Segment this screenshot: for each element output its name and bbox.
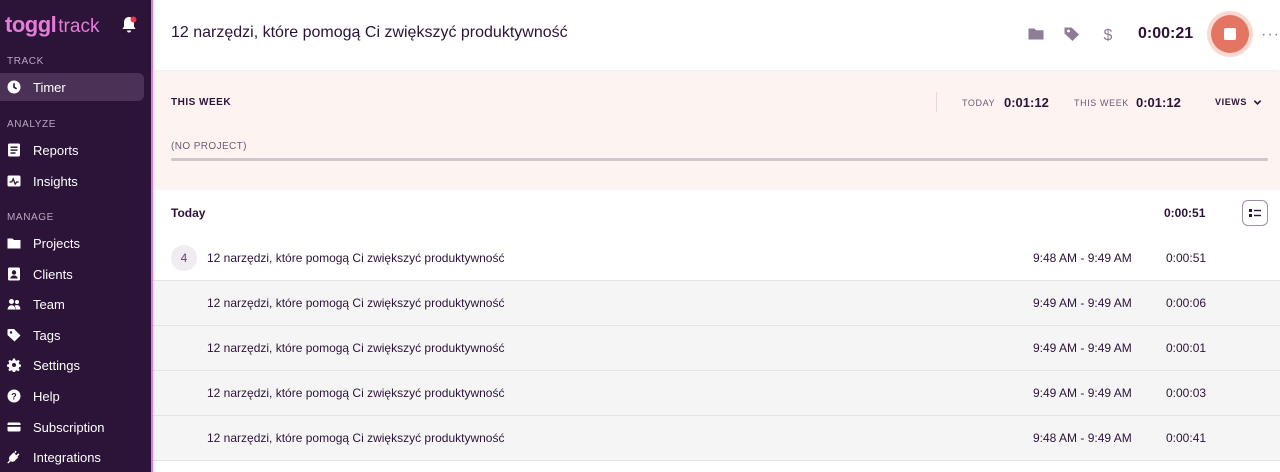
toggl-logo[interactable]: toggl track	[5, 12, 99, 38]
day-group-header: Today 0:00:51	[153, 190, 1280, 236]
entry-time-range[interactable]: 9:48 AM - 9:49 AM	[1033, 251, 1132, 265]
sidebar-item-label: Integrations	[33, 449, 101, 465]
sidebar-item-label: Help	[33, 388, 60, 404]
entry-description[interactable]: 12 narzędzi, które pomogą Ci zwiększyć p…	[207, 296, 504, 310]
sidebar-item-settings[interactable]: Settings	[0, 351, 144, 379]
billable-dollar-icon[interactable]: $	[1100, 26, 1116, 44]
card-icon	[7, 420, 21, 434]
entry-description[interactable]: 12 narzędzi, które pomogą Ci zwiększyć p…	[207, 431, 504, 445]
sidebar-item-label: Team	[33, 296, 65, 312]
time-entry-group-row[interactable]: 4 12 narzędzi, które pomogą Ci zwiększyć…	[153, 236, 1280, 281]
sidebar-item-tags[interactable]: Tags	[0, 321, 144, 349]
svg-text:$: $	[1104, 27, 1113, 42]
today-total-label: TODAY	[962, 98, 996, 108]
views-dropdown[interactable]: VIEWS	[1215, 97, 1262, 107]
entry-description[interactable]: 12 narzędzi, które pomogą Ci zwiększyć p…	[207, 341, 504, 355]
clients-icon	[7, 267, 21, 281]
more-options-icon[interactable]: ···	[1261, 26, 1280, 44]
sidebar-item-label: Tags	[33, 327, 61, 343]
logo-brand: toggl	[5, 12, 57, 37]
sidebar-item-label: Timer	[33, 79, 66, 95]
today-total-value: 0:01:12	[1004, 95, 1049, 110]
time-entry-row[interactable]: 12 narzędzi, które pomogą Ci zwiększyć p…	[153, 416, 1280, 461]
sidebar-item-integrations[interactable]: Integrations	[0, 443, 144, 471]
current-entry-description[interactable]: 12 narzędzi, które pomogą Ci zwiększyć p…	[171, 24, 568, 42]
entry-duration[interactable]: 0:00:01	[1166, 341, 1206, 355]
folder-icon	[7, 236, 21, 250]
current-entry-duration: 0:00:21	[1138, 25, 1194, 42]
sidebar-item-label: Clients	[33, 266, 73, 282]
project-progress-bar	[171, 158, 1268, 161]
entry-time-range[interactable]: 9:49 AM - 9:49 AM	[1033, 296, 1132, 310]
sidebar-item-label: Subscription	[33, 419, 105, 435]
notifications-bell-icon[interactable]	[121, 16, 137, 34]
team-icon	[7, 297, 21, 311]
sidebar-item-help[interactable]: ? Help	[0, 382, 144, 410]
week-total-label: THIS WEEK	[1074, 98, 1129, 108]
stop-icon	[1224, 28, 1236, 40]
stop-timer-button[interactable]	[1211, 15, 1249, 53]
sidebar-item-clients[interactable]: Clients	[0, 260, 144, 288]
list-view-icon	[1249, 209, 1261, 217]
entry-duration[interactable]: 0:00:03	[1166, 386, 1206, 400]
reports-icon	[7, 143, 21, 157]
tag-icon[interactable]	[1064, 26, 1080, 42]
sidebar-item-team[interactable]: Team	[0, 290, 144, 318]
timer-bar: 12 narzędzi, które pomogą Ci zwiększyć p…	[153, 0, 1280, 70]
day-total: 0:00:51	[1164, 206, 1206, 220]
sidebar-item-label: Reports	[33, 142, 79, 158]
sidebar-item-timer[interactable]: Timer	[0, 73, 144, 101]
gear-icon	[7, 358, 21, 372]
entry-time-range[interactable]: 9:49 AM - 9:49 AM	[1033, 341, 1132, 355]
time-entry-row[interactable]: 12 narzędzi, które pomogą Ci zwiększyć p…	[153, 326, 1280, 371]
clock-icon	[7, 80, 21, 94]
day-label: Today	[171, 206, 206, 220]
time-entry-row[interactable]: 12 narzędzi, które pomogą Ci zwiększyć p…	[153, 281, 1280, 326]
section-label-manage: MANAGE	[7, 212, 54, 223]
group-count-badge[interactable]: 4	[171, 245, 197, 271]
tag-icon	[7, 328, 21, 342]
week-summary: THIS WEEK TODAY 0:01:12 THIS WEEK 0:01:1…	[153, 72, 1280, 190]
svg-text:?: ?	[11, 392, 17, 402]
folder-icon[interactable]	[1028, 26, 1044, 42]
insights-icon	[7, 174, 21, 188]
sidebar-item-label: Settings	[33, 357, 80, 373]
sidebar-item-reports[interactable]: Reports	[0, 136, 144, 164]
sidebar-item-label: Insights	[33, 173, 78, 189]
chevron-down-icon	[1253, 100, 1262, 106]
section-label-analyze: ANALYZE	[7, 119, 57, 130]
time-entry-row[interactable]: 12 narzędzi, które pomogą Ci zwiększyć p…	[153, 371, 1280, 416]
entry-duration[interactable]: 0:00:41	[1166, 431, 1206, 445]
divider	[936, 92, 937, 112]
entry-description[interactable]: 12 narzędzi, które pomogą Ci zwiększyć p…	[207, 251, 504, 265]
entry-time-range[interactable]: 9:49 AM - 9:49 AM	[1033, 386, 1132, 400]
plug-icon	[7, 450, 21, 464]
sidebar-item-subscription[interactable]: Subscription	[0, 413, 144, 441]
sidebar: toggl track TRACK Timer ANALYZE Reports …	[0, 0, 151, 472]
entry-duration[interactable]: 0:00:06	[1166, 296, 1206, 310]
logo-product: track	[58, 16, 100, 37]
views-label: VIEWS	[1215, 97, 1248, 107]
entry-duration[interactable]: 0:00:51	[1166, 251, 1206, 265]
week-total-value: 0:01:12	[1136, 95, 1181, 110]
list-view-toggle-button[interactable]	[1242, 200, 1268, 226]
section-label-track: TRACK	[7, 56, 44, 67]
entry-time-range[interactable]: 9:48 AM - 9:49 AM	[1033, 431, 1132, 445]
sidebar-item-label: Projects	[33, 235, 80, 251]
sidebar-item-insights[interactable]: Insights	[0, 167, 144, 195]
week-summary-title: THIS WEEK	[171, 97, 232, 108]
project-bar-label: (NO PROJECT)	[171, 141, 247, 152]
entry-description[interactable]: 12 narzędzi, które pomogą Ci zwiększyć p…	[207, 386, 504, 400]
help-icon: ?	[7, 389, 21, 403]
sidebar-item-projects[interactable]: Projects	[0, 229, 144, 257]
